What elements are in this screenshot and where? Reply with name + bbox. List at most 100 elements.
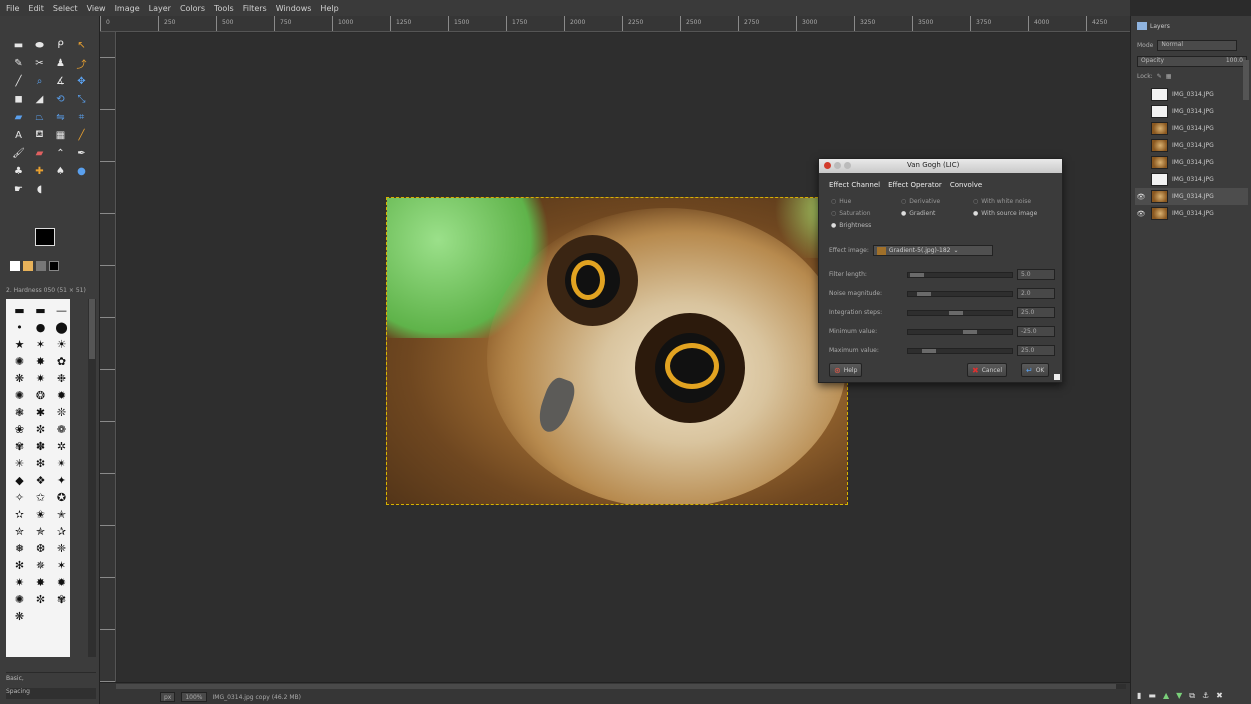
brush-preset[interactable]: ✸ <box>30 353 51 370</box>
blend-icon[interactable]: ▦ <box>50 126 71 144</box>
brush-preset[interactable]: ✱ <box>30 404 51 421</box>
eye-icon[interactable]: 👁 <box>1135 210 1147 218</box>
color-picker-icon[interactable]: ╱ <box>8 72 29 90</box>
cage-icon[interactable]: ⌗ <box>71 108 92 126</box>
airbrush-icon[interactable]: ⌃ <box>50 144 71 162</box>
cancel-button[interactable]: ✖ Cancel <box>967 363 1008 377</box>
layer-row[interactable]: IMG_0314.JPG <box>1135 120 1248 137</box>
menu-item-filters[interactable]: Filters <box>243 4 267 13</box>
close-window-button[interactable] <box>824 162 831 169</box>
brush-preset[interactable]: ▬ <box>9 302 30 319</box>
pencil-icon[interactable]: ╱ <box>71 126 92 144</box>
ellipse-select-icon[interactable]: ⬬ <box>29 36 50 54</box>
swatch-orange[interactable] <box>23 261 33 271</box>
brush-preset[interactable]: ✶ <box>30 336 51 353</box>
foreground-color-swatch[interactable] <box>35 228 55 246</box>
unit-select[interactable]: px <box>160 692 176 702</box>
brush-preset[interactable]: ❋ <box>9 370 30 387</box>
menu-item-tools[interactable]: Tools <box>214 4 234 13</box>
layer-row[interactable]: IMG_0314.JPG <box>1135 86 1248 103</box>
brush-scroll-thumb[interactable] <box>89 299 95 359</box>
mode-select[interactable]: Normal <box>1157 40 1238 51</box>
slider-value-input[interactable]: 5.0 <box>1017 269 1055 280</box>
new-group-icon[interactable]: ▬ <box>1148 691 1156 701</box>
perspective-icon[interactable]: ⏢ <box>29 108 50 126</box>
text-icon[interactable]: A <box>8 126 29 144</box>
slider-value-input[interactable]: -25.0 <box>1017 326 1055 337</box>
slider-value-input[interactable]: 25.0 <box>1017 307 1055 318</box>
brush-scrollbar[interactable] <box>88 299 96 657</box>
slider-track[interactable] <box>907 328 1013 335</box>
paintbrush-icon[interactable]: 🖌 <box>8 144 29 162</box>
brush-preset[interactable]: ✻ <box>9 557 30 574</box>
swatch-black[interactable] <box>49 261 59 271</box>
layer-row[interactable]: IMG_0314.JPG <box>1135 154 1248 171</box>
heal-icon[interactable]: ✚ <box>29 162 50 180</box>
slider-knob[interactable] <box>921 348 936 353</box>
brush-preset[interactable]: ✾ <box>51 591 72 608</box>
brush-preset[interactable]: ❀ <box>9 421 30 438</box>
smudge-icon[interactable]: ☛ <box>8 180 29 198</box>
fg-bg-colors[interactable] <box>35 228 69 258</box>
layer-row[interactable]: 👁 IMG_0314.JPG <box>1135 188 1248 205</box>
brush-preset[interactable]: ✵ <box>30 557 51 574</box>
menu-item-layer[interactable]: Layer <box>149 4 171 13</box>
rotate-icon[interactable]: ⟲ <box>50 90 71 108</box>
brush-preset[interactable]: ✾ <box>9 438 30 455</box>
menu-item-select[interactable]: Select <box>53 4 78 13</box>
color-select-icon[interactable]: ✎ <box>8 54 29 72</box>
brush-spacing-row[interactable]: Spacing <box>6 688 96 699</box>
horizontal-scroll-thumb[interactable] <box>116 684 1116 689</box>
duplicate-layer-icon[interactable]: ⧉ <box>1189 691 1195 701</box>
flip-icon[interactable]: ⇋ <box>50 108 71 126</box>
blur-icon[interactable]: ● <box>71 162 92 180</box>
brush-preset[interactable]: ✰ <box>51 523 72 540</box>
help-button[interactable]: ⊛ Help <box>829 363 863 377</box>
brush-preset[interactable]: ◆ <box>9 472 30 489</box>
brush-preset[interactable]: ✿ <box>51 353 72 370</box>
ok-button[interactable]: ↵ OK <box>1021 363 1050 377</box>
brush-preset[interactable]: ✫ <box>9 506 30 523</box>
radio-gradient[interactable]: Gradient <box>901 207 973 219</box>
horizontal-scrollbar[interactable] <box>116 684 1126 689</box>
slider-track[interactable] <box>907 347 1013 354</box>
lower-layer-icon[interactable]: ▼ <box>1176 691 1182 701</box>
brush-preset[interactable]: ✧ <box>9 489 30 506</box>
brush-preset[interactable]: ✦ <box>51 472 72 489</box>
bucket-fill-icon[interactable]: ⛾ <box>29 126 50 144</box>
brush-preset[interactable]: • <box>9 319 30 336</box>
fuzzy-select-icon[interactable]: ↖ <box>71 36 92 54</box>
brush-preset[interactable]: ✸ <box>30 574 51 591</box>
menu-item-edit[interactable]: Edit <box>28 4 44 13</box>
radio-derivative[interactable]: Derivative <box>901 195 973 207</box>
move-icon[interactable]: ✥ <box>71 72 92 90</box>
scale-icon[interactable]: ⤡ <box>71 90 92 108</box>
layer-row[interactable]: 👁 IMG_0314.JPG <box>1135 205 1248 222</box>
brush-preset[interactable]: ✺ <box>9 387 30 404</box>
slider-value-input[interactable]: 25.0 <box>1017 345 1055 356</box>
rect-select-icon[interactable]: ▬ <box>8 36 29 54</box>
layer-row[interactable]: IMG_0314.JPG <box>1135 103 1248 120</box>
dialog-titlebar[interactable]: Van Gogh (LIC) <box>819 159 1062 173</box>
anchor-layer-icon[interactable]: ⚓ <box>1202 691 1209 701</box>
brush-preset[interactable]: ▬ <box>30 302 51 319</box>
brush-preset[interactable]: ❇ <box>30 455 51 472</box>
maximize-window-button[interactable] <box>844 162 851 169</box>
brush-preset[interactable]: ✷ <box>30 370 51 387</box>
lock-pixels-icon[interactable]: ✎ <box>1157 73 1162 80</box>
brush-preset[interactable]: ★ <box>9 336 30 353</box>
slider-knob[interactable] <box>909 272 924 277</box>
brush-preset[interactable]: ❖ <box>30 472 51 489</box>
brush-preset[interactable]: ✲ <box>51 438 72 455</box>
paths-icon[interactable]: ⤴ <box>71 54 92 72</box>
brush-preset[interactable]: ✹ <box>51 387 72 404</box>
swatch-white[interactable] <box>10 261 20 271</box>
eraser-icon[interactable]: ▰ <box>29 144 50 162</box>
brush-preset[interactable]: ☀ <box>51 336 72 353</box>
brush-preset[interactable]: ❅ <box>9 540 30 557</box>
brush-preset[interactable]: ❂ <box>30 387 51 404</box>
measure-icon[interactable]: ∡ <box>50 72 71 90</box>
menu-item-windows[interactable]: Windows <box>276 4 312 13</box>
slider-track[interactable] <box>907 309 1013 316</box>
brush-preset[interactable]: ❃ <box>9 404 30 421</box>
